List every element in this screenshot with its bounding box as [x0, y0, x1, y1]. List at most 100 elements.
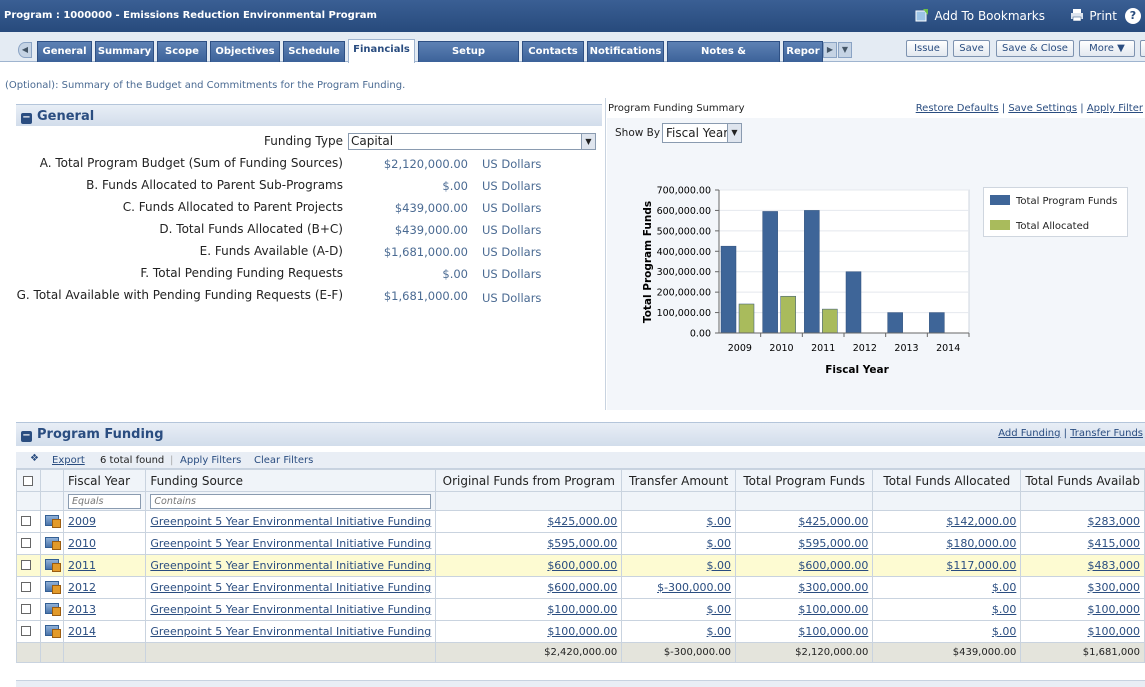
- col-fiscal-year[interactable]: Fiscal Year: [62, 469, 147, 492]
- collapse-icon[interactable]: −: [21, 431, 32, 442]
- general-section-header[interactable]: − General: [16, 104, 602, 126]
- col-total-funds-allocated[interactable]: Total Funds Allocated: [872, 469, 1022, 492]
- funding-record-icon[interactable]: [44, 625, 61, 638]
- add-funding-link[interactable]: Add Funding: [998, 428, 1060, 439]
- total-funds-available-link[interactable]: $300,000: [1088, 581, 1141, 594]
- total-program-funds-link[interactable]: $600,000.00: [798, 559, 868, 572]
- fiscal-year-link[interactable]: 2009: [68, 515, 96, 528]
- transfer-amount-link[interactable]: $.00: [707, 559, 732, 572]
- save-button[interactable]: Save: [953, 40, 990, 57]
- total-program-funds-link[interactable]: $100,000.00: [798, 603, 868, 616]
- collapse-icon[interactable]: −: [21, 113, 32, 124]
- tab-setup-parameters[interactable]: Setup Parameters: [418, 41, 519, 76]
- funding-record-icon[interactable]: [44, 515, 61, 528]
- apply-filter-link[interactable]: Apply Filter: [1087, 103, 1143, 114]
- total-funds-allocated-link[interactable]: $117,000.00: [946, 559, 1016, 572]
- tab-reports[interactable]: Repor: [783, 41, 823, 62]
- funding-source-link[interactable]: Greenpoint 5 Year Environmental Initiati…: [150, 559, 431, 572]
- total-program-funds-link[interactable]: $425,000.00: [798, 515, 868, 528]
- horizontal-scrollbar[interactable]: [16, 680, 1145, 687]
- total-funds-available-link[interactable]: $483,000: [1088, 559, 1141, 572]
- tab-schedule[interactable]: Schedule: [283, 41, 345, 62]
- tab-contacts[interactable]: Contacts: [522, 41, 584, 62]
- fiscal-year-link[interactable]: 2010: [68, 537, 96, 550]
- col-original-funds[interactable]: Original Funds from Program: [435, 469, 623, 492]
- tab-financials[interactable]: Financials: [348, 39, 415, 63]
- row-checkbox[interactable]: [21, 560, 31, 570]
- total-funds-available-link[interactable]: $283,000: [1088, 515, 1141, 528]
- col-total-funds-available[interactable]: Total Funds Availab: [1020, 469, 1145, 492]
- fiscal-year-link[interactable]: 2012: [68, 581, 96, 594]
- funding-source-link[interactable]: Greenpoint 5 Year Environmental Initiati…: [150, 537, 431, 550]
- funding-record-icon[interactable]: [44, 581, 61, 594]
- tab-general[interactable]: General: [37, 41, 92, 62]
- total-funds-allocated-link[interactable]: $180,000.00: [946, 537, 1016, 550]
- fiscal-year-link[interactable]: 2014: [68, 625, 96, 638]
- row-checkbox[interactable]: [21, 538, 31, 548]
- tab-notifications[interactable]: Notifications: [587, 41, 664, 62]
- funding-source-link[interactable]: Greenpoint 5 Year Environmental Initiati…: [150, 625, 431, 638]
- program-funding-section-header[interactable]: − Program Funding: [16, 422, 1145, 446]
- total-funds-allocated-link[interactable]: $.00: [992, 625, 1017, 638]
- original-funds-link[interactable]: $100,000.00: [547, 625, 617, 638]
- issue-button[interactable]: Issue: [906, 40, 948, 57]
- total-funds-allocated-link[interactable]: $.00: [992, 581, 1017, 594]
- col-transfer-amount[interactable]: Transfer Amount: [621, 469, 737, 492]
- original-funds-link[interactable]: $600,000.00: [547, 581, 617, 594]
- overflow-button[interactable]: [1140, 40, 1145, 57]
- scroll-tabs-left-icon[interactable]: ◀: [18, 42, 32, 58]
- transfer-amount-link[interactable]: $.00: [707, 603, 732, 616]
- print-button[interactable]: Print: [1070, 8, 1117, 23]
- funding-source-link[interactable]: Greenpoint 5 Year Environmental Initiati…: [150, 603, 431, 616]
- select-all-checkbox[interactable]: [23, 475, 34, 486]
- scroll-tabs-right-icon[interactable]: ▶: [823, 42, 837, 58]
- original-funds-link[interactable]: $600,000.00: [547, 559, 617, 572]
- funding-source-link[interactable]: Greenpoint 5 Year Environmental Initiati…: [150, 581, 431, 594]
- row-checkbox[interactable]: [21, 604, 31, 614]
- export-icon[interactable]: ❖: [30, 453, 39, 464]
- total-funds-allocated-link[interactable]: $.00: [992, 603, 1017, 616]
- save-close-button[interactable]: Save & Close: [996, 40, 1074, 57]
- total-funds-available-link[interactable]: $100,000: [1088, 625, 1141, 638]
- tab-scope[interactable]: Scope: [157, 41, 207, 62]
- total-program-funds-link[interactable]: $100,000.00: [798, 625, 868, 638]
- transfer-amount-link[interactable]: $.00: [707, 537, 732, 550]
- row-checkbox[interactable]: [21, 516, 31, 526]
- total-program-funds-link[interactable]: $595,000.00: [798, 537, 868, 550]
- transfer-amount-link[interactable]: $.00: [707, 515, 732, 528]
- select-all-cell[interactable]: [16, 469, 41, 492]
- funding-record-icon[interactable]: [44, 537, 61, 550]
- total-funds-allocated-link[interactable]: $142,000.00: [946, 515, 1016, 528]
- total-funds-available-link[interactable]: $415,000: [1088, 537, 1141, 550]
- export-link[interactable]: Export: [52, 455, 85, 466]
- transfer-amount-link[interactable]: $-300,000.00: [657, 581, 731, 594]
- tab-objectives[interactable]: Objectives: [210, 41, 280, 62]
- total-program-funds-link[interactable]: $300,000.00: [798, 581, 868, 594]
- total-funds-available-link[interactable]: $100,000: [1088, 603, 1141, 616]
- funding-type-select[interactable]: Capital ▼: [348, 133, 596, 150]
- tab-list-dropdown-icon[interactable]: ▼: [838, 42, 852, 58]
- original-funds-link[interactable]: $595,000.00: [547, 537, 617, 550]
- transfer-funds-link[interactable]: Transfer Funds: [1070, 428, 1143, 439]
- fiscal-year-filter-input[interactable]: Equals: [67, 493, 142, 509]
- save-settings-link[interactable]: Save Settings: [1008, 103, 1077, 114]
- tab-notes-documents[interactable]: Notes & Documents: [667, 41, 780, 76]
- original-funds-link[interactable]: $425,000.00: [547, 515, 617, 528]
- row-checkbox[interactable]: [21, 626, 31, 636]
- show-by-select[interactable]: Fiscal Year ▼: [662, 123, 742, 143]
- col-funding-source[interactable]: Funding Source: [145, 469, 437, 492]
- funding-source-link[interactable]: Greenpoint 5 Year Environmental Initiati…: [150, 515, 431, 528]
- funding-source-filter-input[interactable]: Contains: [150, 493, 432, 509]
- fiscal-year-link[interactable]: 2013: [68, 603, 96, 616]
- restore-defaults-link[interactable]: Restore Defaults: [916, 103, 999, 114]
- funding-record-icon[interactable]: [44, 559, 61, 572]
- row-checkbox[interactable]: [21, 582, 31, 592]
- apply-filters-link[interactable]: Apply Filters: [180, 455, 241, 466]
- tab-summary[interactable]: Summary: [95, 41, 154, 62]
- more-button[interactable]: More ▼: [1079, 40, 1135, 57]
- help-icon[interactable]: ?: [1125, 8, 1141, 24]
- funding-record-icon[interactable]: [44, 603, 61, 616]
- transfer-amount-link[interactable]: $.00: [707, 625, 732, 638]
- col-total-program-funds[interactable]: Total Program Funds: [735, 469, 874, 492]
- add-bookmark-button[interactable]: Add To Bookmarks: [915, 8, 1045, 23]
